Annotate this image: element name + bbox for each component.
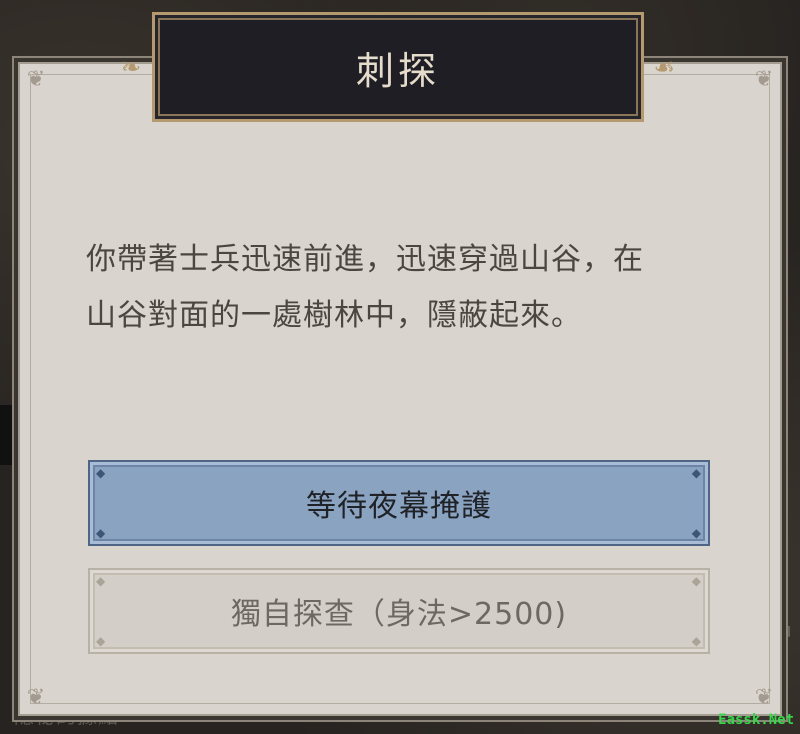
button-corner-icon: ◆ xyxy=(691,526,702,540)
option-solo-scout-button[interactable]: ◆ ◆ ◆ ◆ 獨自探查（身法>2500) xyxy=(88,568,710,654)
dialog-title: 刺探 xyxy=(355,48,440,93)
button-corner-icon: ◆ xyxy=(96,634,107,648)
flourish-left-icon: ❧ xyxy=(121,53,142,81)
option-label: 等待夜幕掩護 xyxy=(306,489,492,524)
button-corner-icon: ◆ xyxy=(96,466,107,480)
story-line: 你帶著士兵迅速前進，迅速穿過山谷，在 xyxy=(86,242,644,277)
corner-ornament-icon: ❦ xyxy=(754,685,774,710)
option-label: 獨自探查（身法>2500) xyxy=(230,597,568,632)
story-text: 你帶著士兵迅速前進，迅速穿過山谷，在 山谷對面的一處樹林中，隱蔽起來。 xyxy=(86,232,716,344)
corner-ornament-icon: ❦ xyxy=(26,67,46,92)
corner-ornament-icon: ❦ xyxy=(754,67,774,92)
dialog-title-plate: ❧ 刺探 ☙ xyxy=(121,12,675,122)
story-line: 山谷對面的一處樹林中，隱蔽起來。 xyxy=(86,298,582,333)
option-wait-for-night-button[interactable]: ◆ ◆ ◆ ◆ 等待夜幕掩護 xyxy=(88,460,710,546)
background-side-tab xyxy=(0,405,16,465)
button-corner-icon: ◆ xyxy=(96,526,107,540)
button-corner-icon: ◆ xyxy=(691,634,702,648)
button-corner-icon: ◆ xyxy=(691,574,702,588)
button-corner-icon: ◆ xyxy=(691,466,702,480)
button-corner-icon: ◆ xyxy=(96,574,107,588)
watermark-text: Eassk.Net xyxy=(718,712,794,728)
corner-ornament-icon: ❦ xyxy=(26,685,46,710)
flourish-right-icon: ☙ xyxy=(653,53,675,81)
